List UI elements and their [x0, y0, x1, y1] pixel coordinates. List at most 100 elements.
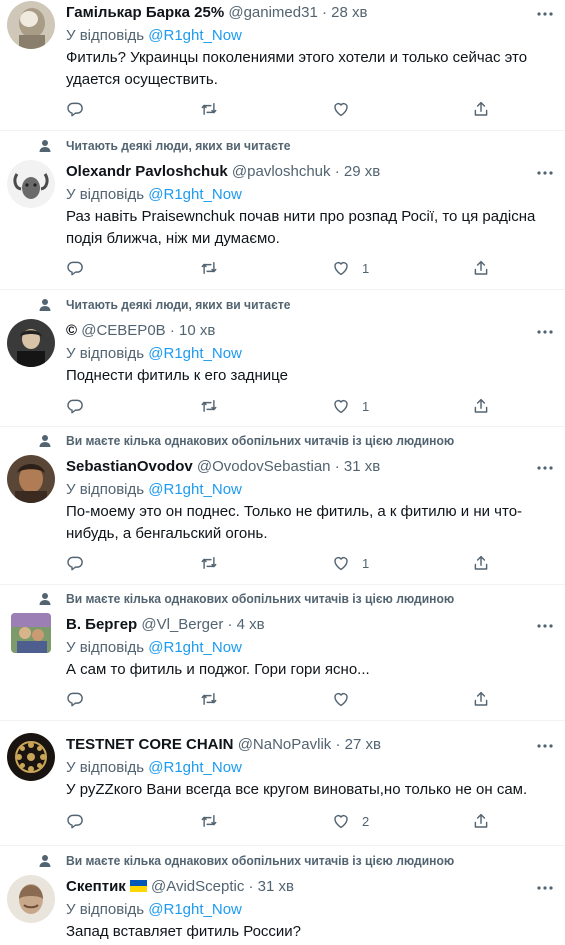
mention-link[interactable]: @R1ght_Now	[148, 186, 242, 203]
handle[interactable]: @pavloshchuk	[232, 163, 331, 180]
like-button[interactable]	[332, 99, 362, 119]
people-icon	[39, 855, 51, 867]
display-name[interactable]: SebastianOvodov	[66, 458, 193, 475]
replying-to: У відповідь @R1ght_Now	[66, 759, 242, 776]
more-options-icon[interactable]	[535, 324, 555, 340]
retweet-button[interactable]	[200, 258, 218, 278]
avatar[interactable]	[7, 1, 55, 49]
reply-button[interactable]	[66, 553, 84, 573]
mention-link[interactable]: @R1ght_Now	[148, 27, 242, 44]
like-button[interactable]: 1	[332, 258, 369, 278]
tweet-actions: 1	[66, 258, 506, 278]
tweet[interactable]: TESTNET CORE CHAIN @NaNoPavlik · 27 хв У…	[0, 721, 565, 846]
separator-dot: ·	[248, 878, 254, 895]
more-options-icon[interactable]	[535, 165, 555, 181]
separator-dot: ·	[334, 458, 340, 475]
replying-to-label: У відповідь	[66, 759, 145, 776]
mention-link[interactable]: @R1ght_Now	[148, 639, 242, 656]
reply-button[interactable]	[66, 396, 84, 416]
handle[interactable]: @СЕВЕР0В	[81, 322, 165, 339]
retweet-button[interactable]	[200, 396, 218, 416]
tweet[interactable]: Ви маєте кілька однакових обопільних чит…	[0, 846, 565, 945]
tweet-header: Скептик @AvidSceptic · 31 хв	[66, 878, 294, 895]
reply-button[interactable]	[66, 689, 84, 709]
retweet-button[interactable]	[200, 553, 218, 573]
tweet[interactable]: Гамількар Барка 25% @ganimed31 · 28 хв У…	[0, 0, 565, 131]
mention-link[interactable]: @R1ght_Now	[148, 901, 242, 918]
tweet-text: Фитиль? Украинцы поколениями этого хотел…	[66, 49, 528, 88]
tweet[interactable]: Ви маєте кілька однакових обопільних чит…	[0, 427, 565, 585]
like-button[interactable]: 1	[332, 553, 369, 573]
reply-button[interactable]	[66, 258, 84, 278]
display-name[interactable]: Гамількар Барка 25%	[66, 4, 224, 21]
like-button[interactable]	[332, 689, 362, 709]
timestamp[interactable]: 31 хв	[258, 878, 294, 895]
tweet-actions	[66, 99, 506, 119]
timestamp[interactable]: 4 хв	[237, 616, 265, 633]
retweet-icon	[201, 693, 217, 705]
handle[interactable]: @OvodovSebastian	[197, 458, 331, 475]
people-icon	[39, 435, 51, 447]
separator-dot: ·	[227, 616, 233, 633]
avatar[interactable]	[7, 160, 55, 208]
share-icon	[474, 101, 488, 116]
retweet-icon	[201, 262, 217, 274]
timestamp[interactable]: 10 хв	[179, 322, 215, 339]
avatar[interactable]	[7, 733, 55, 781]
reply-button[interactable]	[66, 99, 84, 119]
mention-link[interactable]: @R1ght_Now	[148, 481, 242, 498]
tweet[interactable]: Ви маєте кілька однакових обопільних чит…	[0, 585, 565, 721]
display-name[interactable]: Скептик	[66, 878, 126, 895]
mention-link[interactable]: @R1ght_Now	[148, 345, 242, 362]
replying-to-label: У відповідь	[66, 901, 145, 918]
tweet-text: По-моему это он поднес. Только не фитиль…	[66, 503, 523, 542]
tweet-header: В. Бергер @Vl_Berger · 4 хв	[66, 616, 265, 633]
tweet-actions	[66, 689, 506, 709]
reply-button[interactable]	[66, 811, 84, 831]
like-button[interactable]: 1	[332, 396, 369, 416]
more-options-icon[interactable]	[535, 880, 555, 896]
share-icon	[474, 691, 488, 706]
tweet[interactable]: Читають деякі люди, яких ви читаєте Olex…	[0, 131, 565, 290]
share-button[interactable]	[472, 396, 490, 416]
retweet-button[interactable]	[200, 689, 218, 709]
timestamp[interactable]: 31 хв	[344, 458, 380, 475]
display-name[interactable]: Olexandr Pavloshchuk	[66, 163, 228, 180]
share-button[interactable]	[472, 99, 490, 119]
heart-icon	[334, 557, 348, 571]
avatar[interactable]	[7, 319, 55, 367]
like-count: 1	[362, 260, 370, 276]
retweet-button[interactable]	[200, 99, 218, 119]
handle[interactable]: @NaNoPavlik	[238, 736, 332, 753]
avatar[interactable]	[7, 875, 55, 923]
display-name[interactable]: В. Бергер	[66, 616, 137, 633]
handle[interactable]: @Vl_Berger	[141, 616, 223, 633]
timestamp[interactable]: 29 хв	[344, 163, 380, 180]
handle[interactable]: @ganimed31	[228, 4, 317, 21]
retweet-button[interactable]	[200, 811, 218, 831]
avatar[interactable]	[7, 455, 55, 503]
timestamp[interactable]: 27 хв	[345, 736, 381, 753]
more-options-icon[interactable]	[535, 738, 555, 754]
share-button[interactable]	[472, 258, 490, 278]
replying-to: У відповідь @R1ght_Now	[66, 639, 242, 656]
retweet-icon	[201, 557, 217, 569]
more-options-icon[interactable]	[535, 6, 555, 22]
tweet-header: © @СЕВЕР0В · 10 хв	[66, 322, 215, 339]
display-name[interactable]: TESTNET CORE CHAIN	[66, 736, 234, 753]
tweet[interactable]: Читають деякі люди, яких ви читаєте © @С…	[0, 290, 565, 427]
handle[interactable]: @AvidSceptic	[151, 878, 244, 895]
display-name[interactable]: ©	[66, 322, 77, 339]
share-button[interactable]	[472, 811, 490, 831]
like-button[interactable]: 2	[332, 811, 369, 831]
more-options-icon[interactable]	[535, 460, 555, 476]
share-button[interactable]	[472, 553, 490, 573]
heart-icon	[334, 262, 348, 276]
timestamp[interactable]: 28 хв	[331, 4, 367, 21]
mention-link[interactable]: @R1ght_Now	[148, 759, 242, 776]
heart-icon	[334, 815, 348, 829]
reply-icon	[67, 556, 83, 571]
share-button[interactable]	[472, 689, 490, 709]
more-options-icon[interactable]	[535, 618, 555, 634]
avatar[interactable]	[11, 613, 51, 653]
